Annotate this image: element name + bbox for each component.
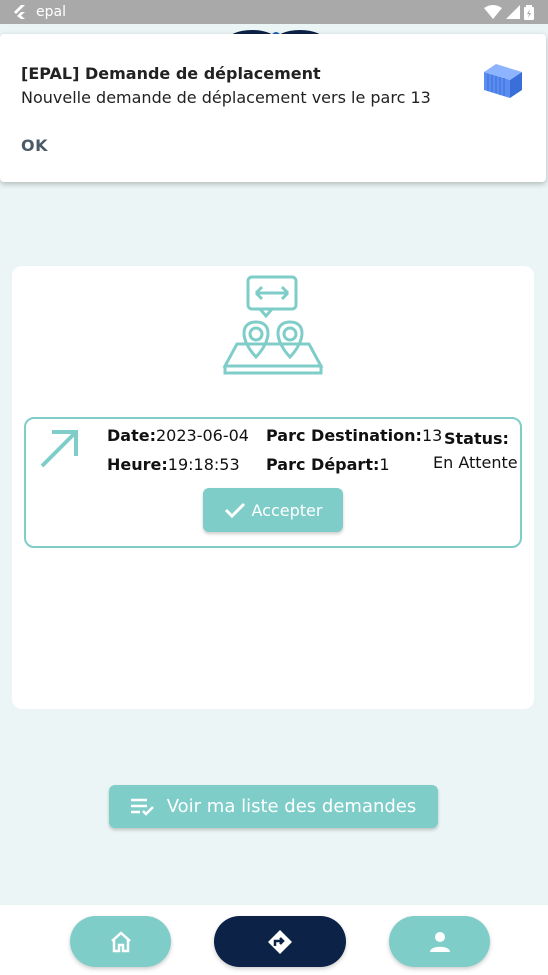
wifi-icon bbox=[484, 5, 502, 19]
time-value: 19:18:53 bbox=[167, 455, 240, 474]
home-icon bbox=[110, 930, 131, 952]
destination-row: Parc Destination:13 bbox=[266, 426, 442, 445]
check-icon bbox=[224, 502, 245, 519]
nav-profile-button[interactable] bbox=[389, 916, 490, 967]
status-app-name: epal bbox=[36, 4, 66, 20]
playlist-check-icon bbox=[130, 798, 154, 816]
nav-route-button[interactable] bbox=[214, 916, 346, 967]
container-icon bbox=[484, 64, 522, 98]
status-bar: epal bbox=[0, 0, 548, 24]
status-icons bbox=[484, 4, 534, 20]
status-value: En Attente bbox=[433, 453, 518, 472]
notification-title: [EPAL] Demande de déplacement bbox=[21, 64, 321, 83]
time-label: Heure: bbox=[107, 455, 168, 474]
departure-value: 1 bbox=[379, 455, 390, 474]
date-row: Date:2023-06-04 bbox=[107, 426, 249, 445]
location-transfer-icon bbox=[222, 275, 324, 375]
flutter-icon bbox=[14, 5, 25, 19]
nav-home-button[interactable] bbox=[70, 916, 171, 967]
arrow-up-right-icon bbox=[40, 430, 78, 468]
destination-value: 13 bbox=[421, 426, 443, 445]
destination-label: Parc Destination: bbox=[266, 426, 422, 445]
departure-label: Parc Départ: bbox=[266, 455, 380, 474]
notification-body: Nouvelle demande de déplacement vers le … bbox=[21, 88, 431, 107]
battery-icon bbox=[524, 4, 534, 20]
view-requests-button[interactable]: Voir ma liste des demandes bbox=[109, 785, 438, 828]
date-value: 2023-06-04 bbox=[155, 426, 249, 445]
status-label: Status: bbox=[444, 429, 509, 448]
person-icon bbox=[429, 931, 450, 952]
signal-icon bbox=[506, 5, 520, 19]
date-label: Date: bbox=[107, 426, 156, 445]
route-icon bbox=[268, 929, 292, 954]
accept-button[interactable]: Accepter bbox=[203, 488, 343, 532]
notification-ok-button[interactable]: OK bbox=[21, 136, 48, 155]
view-requests-label: Voir ma liste des demandes bbox=[166, 796, 417, 817]
departure-row: Parc Départ:1 bbox=[266, 455, 390, 474]
notification-popup[interactable] bbox=[0, 34, 546, 182]
accept-label: Accepter bbox=[251, 500, 323, 520]
time-row: Heure:19:18:53 bbox=[107, 455, 240, 474]
